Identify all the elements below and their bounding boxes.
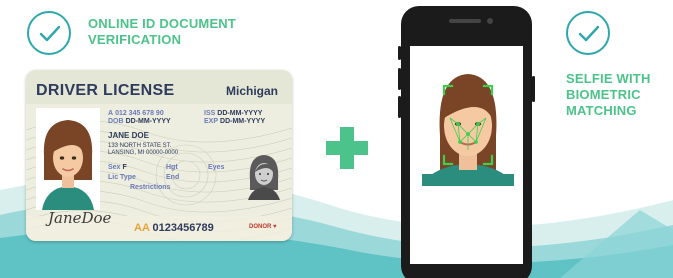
right-caption-line3: MATCHING (566, 103, 637, 118)
donor-badge: DONOR ♥ (249, 224, 277, 230)
plus-icon (326, 127, 368, 169)
driver-license-card: DRIVER LICENSE Michigan A 012 345 678 90 … (26, 70, 292, 241)
eyes-label: Eyes (208, 164, 225, 171)
iss-value: DD-MM-YYYY (217, 110, 263, 117)
exp-value: DD-MM-YYYY (220, 118, 266, 125)
exp-field: EXP DD-MM-YYYY (204, 118, 265, 126)
restrictions-label: Restrictions (130, 184, 171, 191)
right-caption: SELFIE WITH BIOMETRIC MATCHING (566, 71, 651, 119)
left-check-circle-icon (27, 11, 71, 55)
phone-side-button (398, 46, 401, 60)
phone-front-camera (487, 18, 493, 24)
right-check-circle-icon (566, 11, 610, 55)
card-title: DRIVER LICENSE (36, 82, 175, 99)
smartphone (398, 6, 535, 278)
license-photo (36, 108, 100, 210)
license-number-prefix: AA (134, 222, 150, 234)
card-state: Michigan (225, 84, 278, 98)
iss-label: ISS (204, 110, 216, 117)
holder-name: JANE DOE (108, 131, 149, 140)
donor-label: DONOR (249, 224, 272, 230)
lic-type-label: Lic Type (108, 174, 136, 181)
end-label: End (166, 174, 180, 181)
sex-value: F (122, 164, 127, 171)
heart-icon: ♥ (273, 224, 277, 230)
sex-label: Sex (108, 164, 121, 171)
right-caption-line1: SELFIE WITH (566, 71, 651, 86)
holder-signature: JaneDoe (48, 209, 112, 227)
left-caption-line2: VERIFICATION (88, 32, 182, 47)
exp-label: EXP (204, 118, 219, 125)
hgt-label: Hgt (166, 164, 178, 171)
dob-label: DOB (108, 118, 124, 125)
phone-screen (410, 46, 523, 264)
dob-value: DD-MM-YYYY (125, 118, 171, 125)
license-id-label: A (108, 110, 114, 117)
left-caption-line1: ONLINE ID DOCUMENT (88, 16, 237, 31)
license-portrait-image (42, 120, 94, 210)
phone-power-button (532, 76, 535, 102)
license-id-field: A 012 345 678 90 (108, 110, 164, 118)
license-number: AA 0123456789 (134, 222, 214, 234)
holder-address-line2: LANSING, MI 00000-0000 (108, 150, 179, 156)
license-number-value: 0123456789 (152, 222, 214, 234)
phone-speaker (449, 19, 481, 23)
verification-banner: ONLINE ID DOCUMENT VERIFICATION SELFIE W… (0, 0, 673, 278)
right-caption-line2: BIOMETRIC (566, 87, 641, 102)
iss-field: ISS DD-MM-YYYY (204, 110, 262, 118)
phone-side-button (398, 68, 401, 90)
left-caption: ONLINE ID DOCUMENT VERIFICATION (88, 16, 236, 48)
license-id-value: 012 345 678 90 (115, 110, 164, 117)
dob-field: DOB DD-MM-YYYY (108, 118, 171, 126)
ghost-photo-image (248, 155, 280, 200)
selfie-image (422, 74, 514, 186)
phone-side-button (398, 96, 401, 118)
sex-field: Sex F (108, 164, 127, 172)
